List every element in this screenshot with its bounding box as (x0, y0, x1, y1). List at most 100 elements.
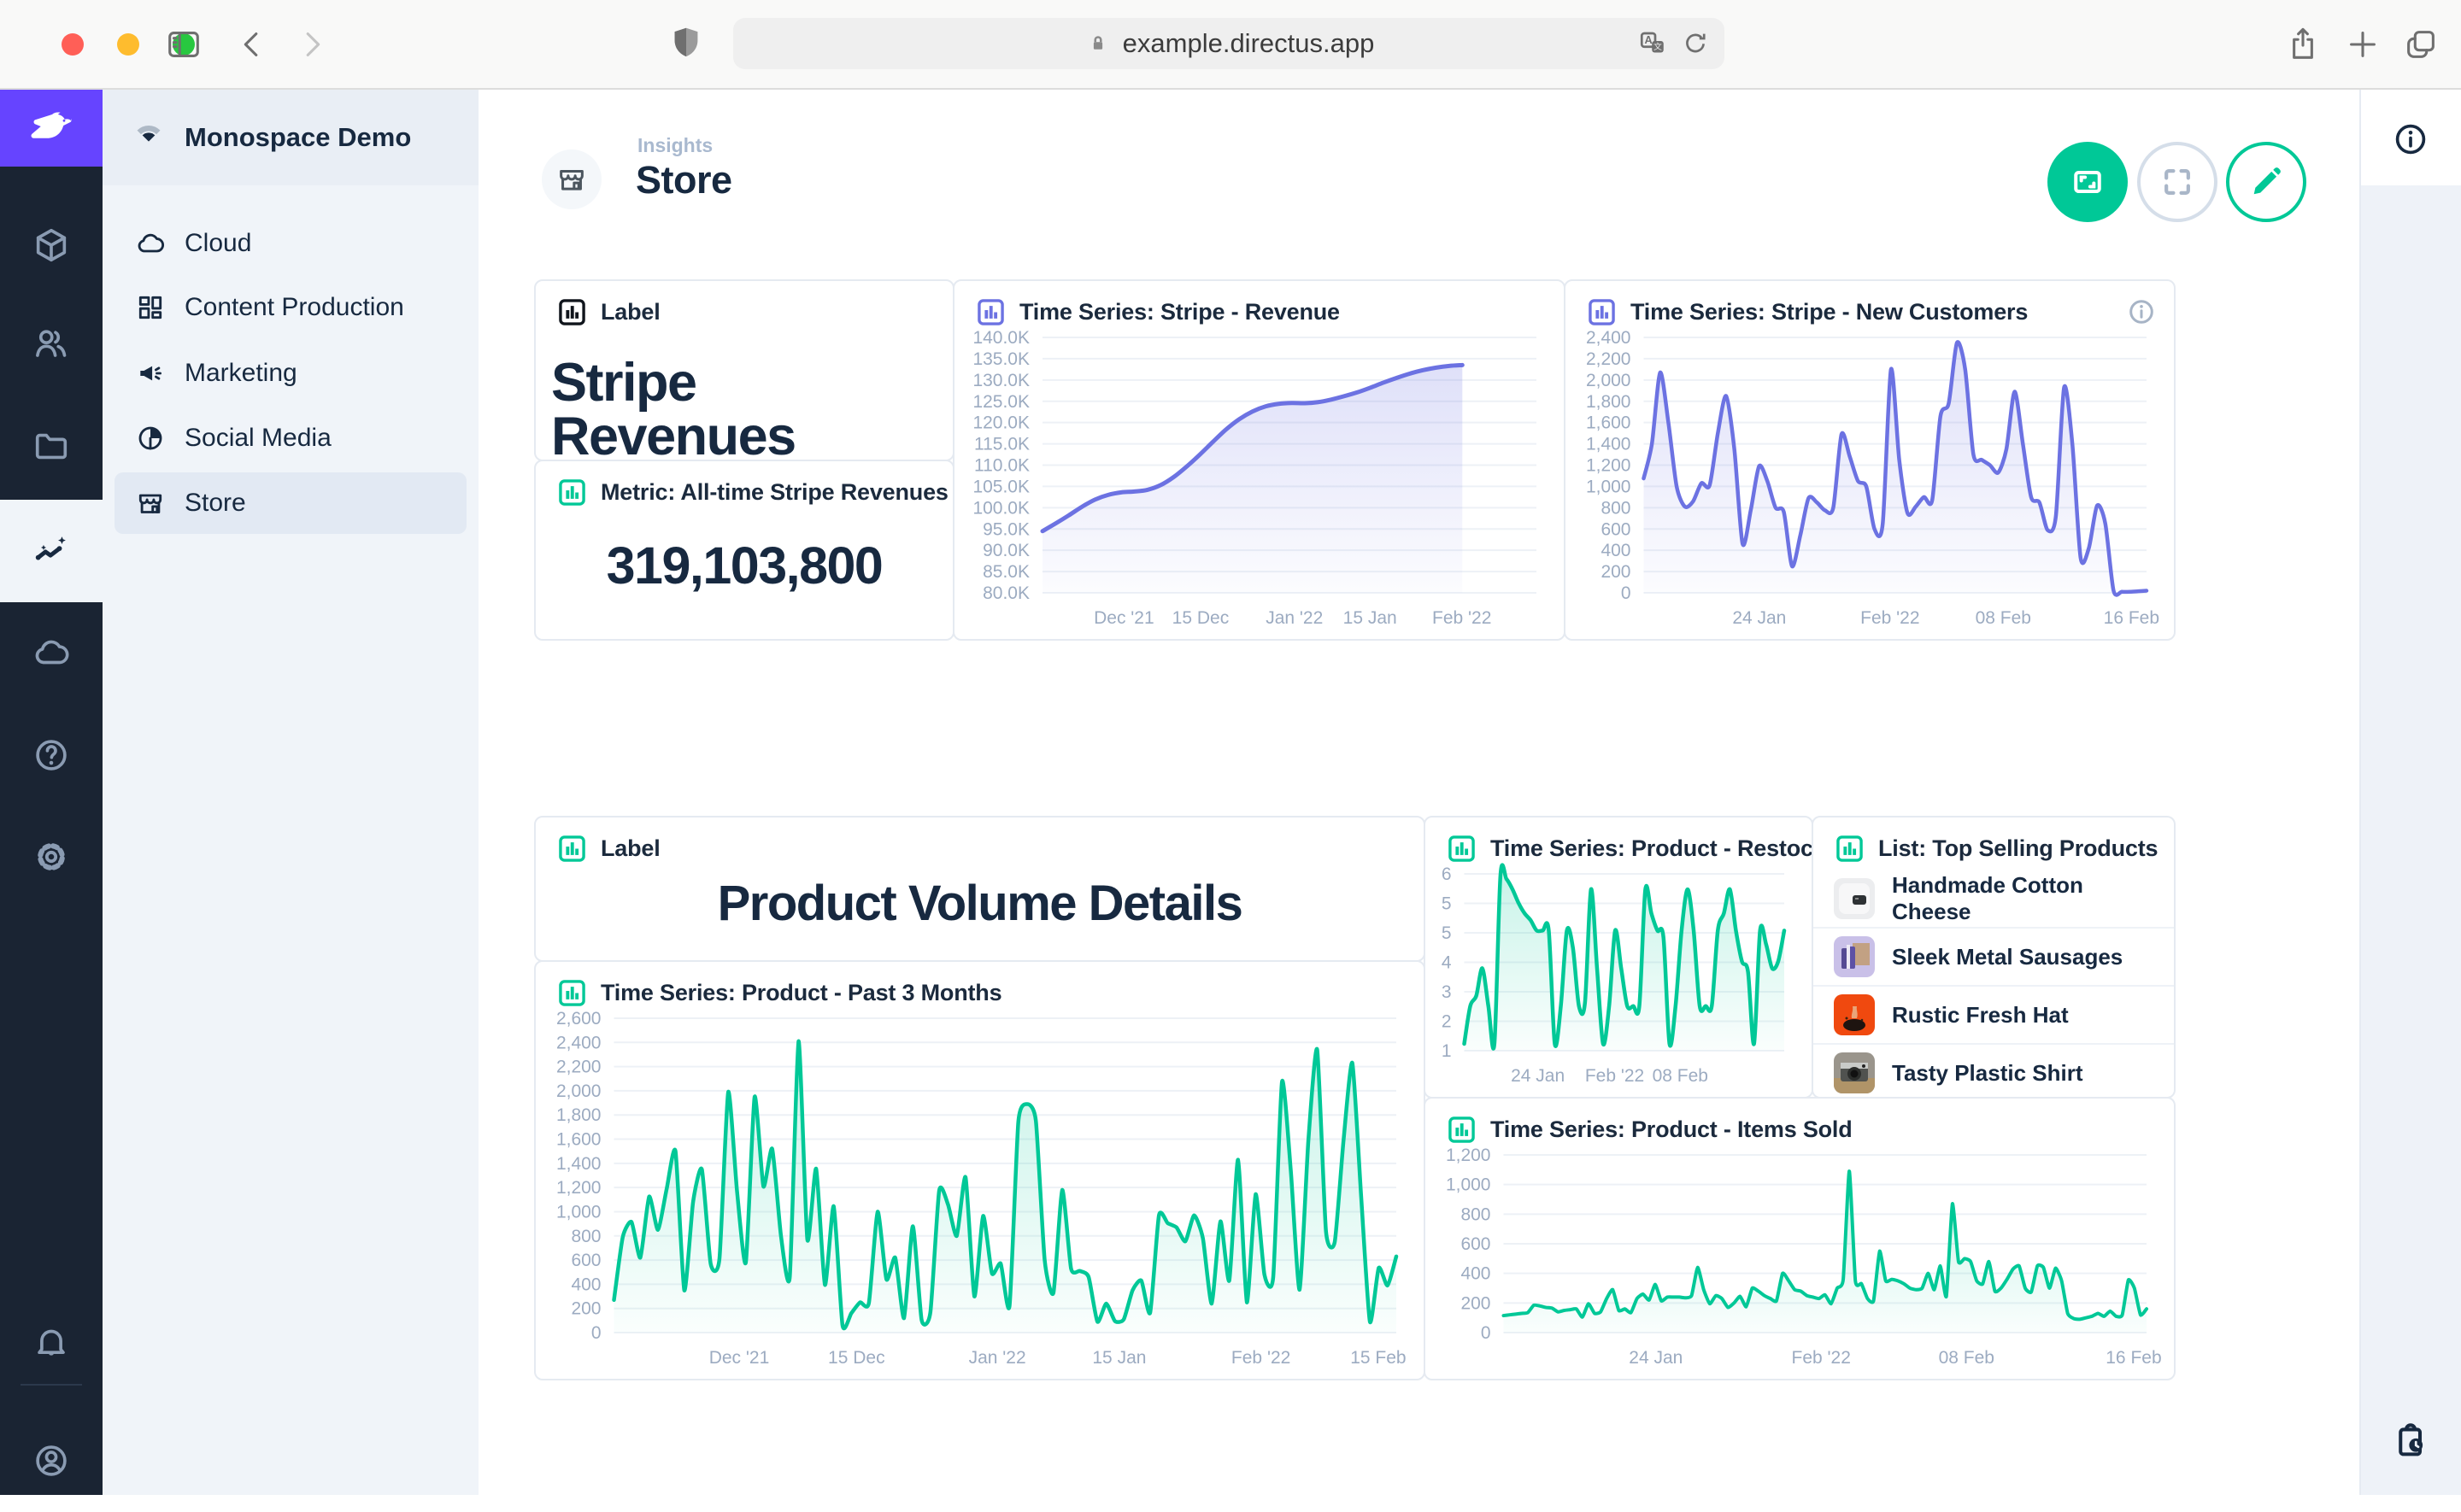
info-sidebar-icon[interactable] (2392, 120, 2429, 158)
activity-clipboard-icon[interactable] (2392, 1422, 2429, 1460)
svg-text:4: 4 (1442, 953, 1452, 973)
svg-text:1,000: 1,000 (1446, 1175, 1491, 1195)
product-name: Sleek Metal Sausages (1892, 944, 2123, 970)
module-avatar[interactable] (0, 1409, 103, 1512)
svg-text:0: 0 (591, 1323, 602, 1343)
tab-overview-icon[interactable] (2401, 25, 2440, 64)
panel-label-product[interactable]: Label Product Volume Details (534, 816, 1425, 962)
svg-text:Jan '22: Jan '22 (1266, 608, 1323, 628)
svg-text:3: 3 (1442, 982, 1452, 1002)
module-box[interactable] (0, 194, 103, 296)
sidebar-item-store[interactable]: Store (115, 472, 467, 534)
timeseries-panel-icon (1586, 296, 1618, 328)
sidebar-toggle-icon[interactable] (164, 25, 203, 64)
sidebar-item-cloud[interactable]: Cloud (115, 213, 467, 274)
panel-header: Time Series: Stripe - Revenue (1019, 299, 1340, 325)
auto-refresh-button[interactable] (2047, 142, 2128, 222)
product-list-item[interactable]: Rustic Fresh Hat (1813, 985, 2174, 1043)
module-users[interactable] (0, 292, 103, 395)
page-title: Store (636, 158, 732, 202)
svg-text:1,400: 1,400 (556, 1154, 602, 1174)
browser-chrome: example.directus.app A文 (0, 0, 2461, 90)
module-settings[interactable] (0, 806, 103, 908)
url-text: example.directus.app (1123, 28, 1375, 59)
svg-text:800: 800 (571, 1227, 601, 1246)
translate-icon[interactable]: A文 (1637, 28, 1668, 59)
svg-text:2,200: 2,200 (1586, 349, 1631, 369)
directus-logo[interactable] (0, 90, 103, 167)
svg-text:08 Feb: 08 Feb (1976, 608, 2031, 628)
reload-icon[interactable] (1680, 28, 1711, 59)
minimize-window-button[interactable] (117, 33, 139, 56)
product-restocks-chart: 655432124 JanFeb '2208 Feb (1432, 862, 1800, 1092)
svg-text:90.0K: 90.0K (983, 541, 1030, 560)
module-bell[interactable] (0, 1290, 103, 1392)
svg-text:400: 400 (1460, 1264, 1490, 1284)
pencil-icon (2247, 163, 2285, 201)
svg-text:08 Feb: 08 Feb (1653, 1066, 1708, 1086)
url-field[interactable]: example.directus.app A文 (733, 18, 1724, 69)
privacy-shield-icon[interactable] (667, 23, 706, 62)
svg-text:125.0K: 125.0K (972, 392, 1030, 412)
product-items-sold-chart: 1,2001,000800600400200024 JanFeb '2208 F… (1432, 1143, 2162, 1374)
panel-product-restocks[interactable]: Time Series: Product - Restocks 65543212… (1424, 816, 1813, 1099)
module-insights[interactable] (0, 500, 103, 602)
users-icon (32, 324, 71, 363)
svg-text:15 Jan: 15 Jan (1092, 1348, 1146, 1368)
panel-stripe-revenue[interactable]: Time Series: Stripe - Revenue 140.0K135.… (953, 279, 1565, 641)
sidebar-item-label: Store (185, 489, 246, 518)
module-cloud-module[interactable] (0, 601, 103, 704)
module-help[interactable] (0, 704, 103, 806)
panel-label-stripe[interactable]: Label Stripe Revenues (534, 279, 954, 461)
panel-product-items-sold[interactable]: Time Series: Product - Items Sold 1,2001… (1424, 1097, 2176, 1380)
panel-header: List: Top Selling Products (1878, 835, 2158, 862)
svg-text:Feb '22: Feb '22 (1231, 1348, 1290, 1368)
share-icon[interactable] (2283, 25, 2323, 64)
avatar-icon (32, 1441, 71, 1480)
panel-metric-stripe[interactable]: Metric: All-time Stripe Revenues 319,103… (534, 460, 954, 641)
panel-stripe-new-customers[interactable]: Time Series: Stripe - New Customers 2,40… (1564, 279, 2176, 641)
sidebar-item-label: Content Production (185, 293, 404, 322)
svg-text:15 Feb: 15 Feb (1350, 1348, 1406, 1368)
close-window-button[interactable] (62, 33, 84, 56)
sidebar-item-social-media[interactable]: Social Media (115, 407, 467, 469)
cloud-module-icon (32, 633, 71, 672)
svg-text:200: 200 (1601, 562, 1630, 582)
panel-top-selling-products[interactable]: List: Top Selling Products Handmade Cott… (1812, 816, 2176, 1099)
info-icon[interactable] (2126, 296, 2157, 327)
svg-text:24 Jan: 24 Jan (1511, 1066, 1565, 1086)
sidebar-item-label: Cloud (185, 229, 251, 258)
breadcrumb[interactable]: Insights (637, 134, 713, 157)
svg-text:105.0K: 105.0K (972, 477, 1030, 496)
sidebar-item-content-production[interactable]: Content Production (115, 277, 467, 338)
svg-text:85.0K: 85.0K (983, 562, 1030, 582)
sidebar-item-label: Social Media (185, 424, 332, 453)
product-past-3-months-chart: 2,6002,4002,2002,0001,8001,6001,4001,200… (543, 1006, 1412, 1374)
product-list-item[interactable]: Tasty Plastic Shirt (1813, 1043, 2174, 1101)
svg-text:2: 2 (1442, 1012, 1452, 1032)
megaphone-icon (135, 358, 166, 389)
panel-header: Label (601, 299, 661, 325)
svg-text:80.0K: 80.0K (983, 583, 1030, 603)
svg-text:15 Dec: 15 Dec (828, 1348, 885, 1368)
dashboard-icon (135, 292, 166, 323)
panel-product-past-3-months[interactable]: Time Series: Product - Past 3 Months 2,6… (534, 960, 1425, 1380)
product-name: Tasty Plastic Shirt (1892, 1060, 2083, 1087)
module-folder[interactable] (0, 396, 103, 498)
fullscreen-button[interactable] (2137, 142, 2217, 222)
new-tab-icon[interactable] (2343, 25, 2382, 64)
list-panel-icon (1834, 833, 1865, 864)
product-list-item[interactable]: Sleek Metal Sausages (1813, 927, 2174, 985)
help-icon (32, 735, 71, 775)
svg-text:2,000: 2,000 (1586, 371, 1631, 390)
edit-dashboard-button[interactable] (2226, 142, 2306, 222)
project-header[interactable]: Monospace Demo (103, 90, 479, 185)
product-thumbnail (1834, 936, 1875, 977)
panel-header: Time Series: Product - Items Sold (1490, 1116, 1853, 1143)
cloud-icon (135, 228, 166, 259)
product-list-item[interactable]: Handmade Cotton Cheese (1813, 870, 2174, 927)
sidebar-item-marketing[interactable]: Marketing (115, 343, 467, 404)
svg-text:1,600: 1,600 (1586, 413, 1631, 433)
back-icon[interactable] (232, 25, 272, 64)
svg-text:文: 文 (1653, 41, 1662, 52)
